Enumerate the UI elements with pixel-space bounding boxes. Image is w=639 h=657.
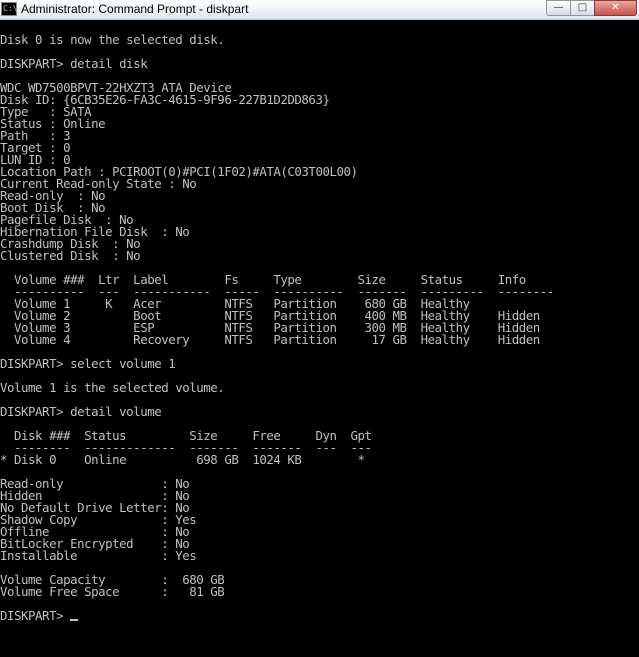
minimize-icon: — (553, 2, 564, 13)
cmd-icon: C:\ (1, 2, 17, 16)
console-line: * Disk 0 Online 698 GB 1024 KB * (0, 452, 365, 467)
console-text: Disk 0 is now the selected disk. DISKPART… (0, 22, 639, 622)
console-line: Installable : Yes (0, 548, 197, 563)
text-cursor (70, 619, 79, 621)
command-prompt-window: C:\ Administrator: Command Prompt - disk… (0, 0, 639, 657)
console-line: DISKPART> detail volume (0, 404, 162, 419)
close-button[interactable]: ✕ (594, 0, 637, 16)
console-line: Clustered Disk : No (0, 248, 141, 263)
maximize-icon: □ (577, 2, 588, 13)
console-line: Status : Online (0, 116, 106, 131)
title-bar[interactable]: C:\ Administrator: Command Prompt - disk… (0, 0, 639, 20)
close-icon: ✕ (611, 2, 620, 13)
console-line: DISKPART> select volume 1 (0, 356, 176, 371)
console-line: DISKPART> (0, 609, 639, 622)
window-controls: — □ ✕ (546, 0, 637, 18)
console-line: DISKPART> detail disk (0, 56, 148, 71)
console-line: Disk 0 is now the selected disk. (0, 32, 225, 47)
window-title: Administrator: Command Prompt - diskpart (21, 2, 249, 16)
console-output[interactable]: Disk 0 is now the selected disk. DISKPART… (0, 22, 639, 657)
maximize-button[interactable]: □ (570, 0, 595, 16)
minimize-button[interactable]: — (546, 0, 571, 16)
console-line: Volume Free Space : 81 GB (0, 584, 225, 599)
console-line: Path : 3 (0, 128, 71, 143)
console-line: Volume 4 Recovery NTFS Partition 17 GB H… (0, 332, 540, 347)
console-line: Target : 0 (0, 140, 71, 155)
console-line: Volume 1 is the selected volume. (0, 380, 225, 395)
console-line: Disk ID: {6CB35E26-FA3C-4615-9F96-227B1D… (0, 92, 330, 107)
